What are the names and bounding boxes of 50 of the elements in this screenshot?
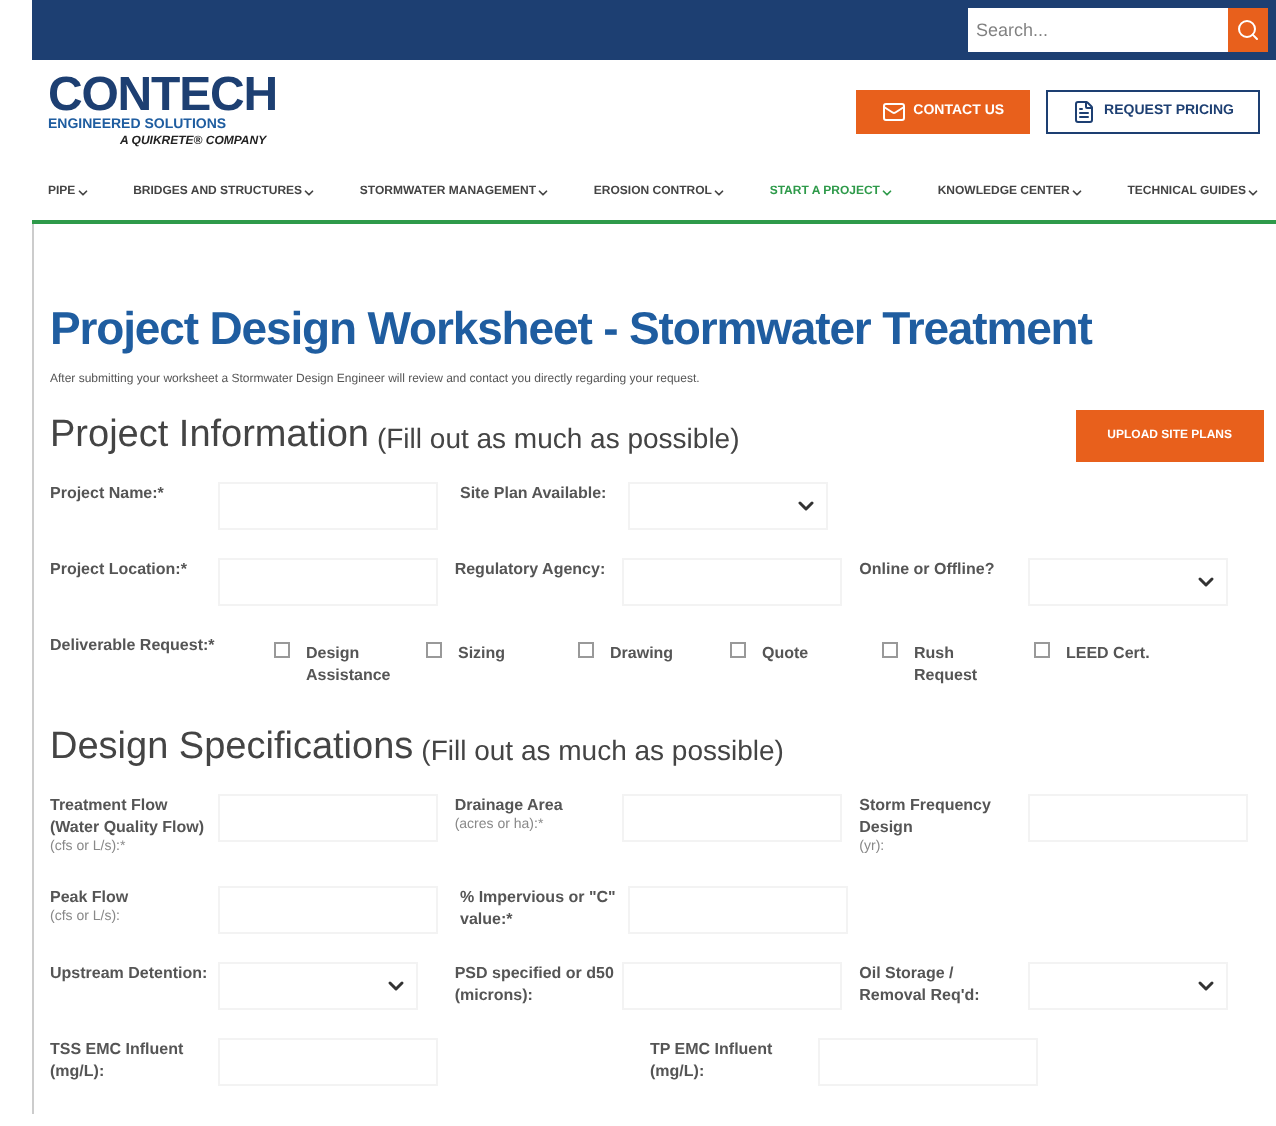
checkbox-label: Rush Request [914,642,980,686]
field-label: Drainage Area [454,794,565,816]
page-title: Project Design Worksheet - Stormwater Treatment [50,300,1095,356]
field-label: Site Plan Available: [460,482,609,504]
caret-icon [1245,185,1260,199]
checkbox[interactable] [882,642,898,658]
field-label: TSS EMC Influent (mg/L): [50,1038,186,1082]
field-label: Upstream Detention: [50,962,210,984]
caret-icon [536,185,551,199]
checkbox-label: Design Assistance [306,642,393,686]
mail-icon [881,100,906,124]
caret-icon [302,185,317,199]
checkbox-label: Drawing [610,642,674,664]
search-icon [1236,18,1260,42]
field-label: Deliverable Request:* [50,634,217,656]
section-note: (Fill out as much as possible) [376,420,740,458]
field-label: Project Name:* [50,482,166,504]
document-icon [1072,100,1097,124]
field-label: Treatment Flow (Water Quality Flow) [50,794,207,838]
field-label: % Impervious or "C" value:* [460,886,618,930]
caret-icon [879,185,894,199]
checkbox[interactable] [426,642,442,658]
logo-wordmark: CONTECH [48,74,277,118]
select-field[interactable] [218,962,418,1010]
caret-icon [711,185,726,199]
search-button[interactable] [1228,8,1268,52]
field-label: Regulatory Agency: [454,558,608,580]
select-field[interactable] [628,482,828,530]
caret-icon [75,185,90,199]
field-label: Storm Frequency Design [859,794,993,838]
field-label: TP EMC Influent (mg/L): [650,1038,775,1082]
field-label: Peak Flow [50,886,131,908]
checkbox-label: Quote [762,642,809,664]
field-label: Project Location:* [50,558,189,580]
select-field[interactable] [1027,962,1228,1010]
search-field[interactable]: Search... [968,8,1228,52]
field-label: Online or Offline? [859,558,997,580]
checkbox[interactable] [1034,642,1050,658]
select-field[interactable] [1027,558,1228,606]
field-label: PSD specified or d50 (microns): [454,962,615,1006]
checkbox[interactable] [730,642,746,658]
checkbox-label: Sizing [458,642,506,664]
section-heading: Project Information [50,411,369,460]
section-heading: Design Specifications [50,723,414,772]
section-note: (Fill out as much as possible) [421,732,784,770]
checkbox[interactable] [274,642,290,658]
checkbox[interactable] [578,642,594,658]
caret-icon [1069,185,1084,199]
checkbox-label: LEED Cert. [1066,642,1150,664]
field-label: Oil Storage / Removal Req'd: [859,962,982,1006]
